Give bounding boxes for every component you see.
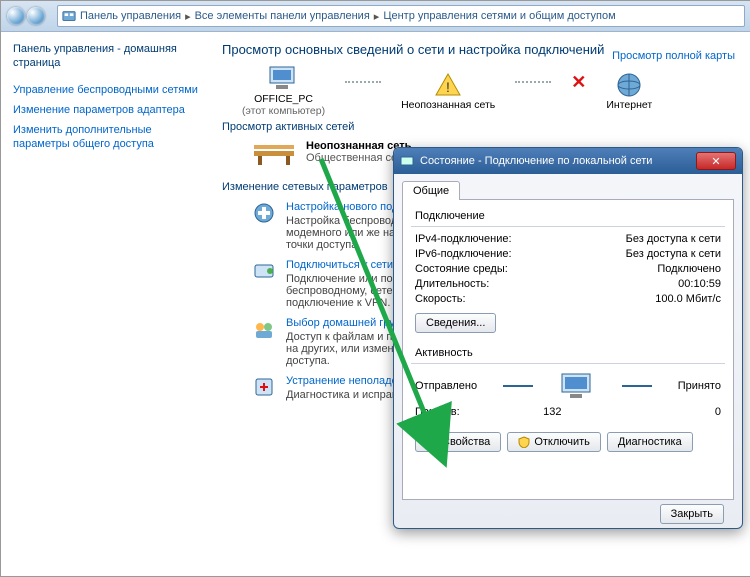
forward-button[interactable] bbox=[27, 7, 45, 25]
sidebar: Панель управления - домашняя страница Уп… bbox=[1, 32, 208, 577]
node-internet[interactable]: Интернет bbox=[606, 71, 652, 111]
ipv4-value: Без доступа к сети bbox=[626, 233, 721, 245]
connection-status-dialog: Состояние - Подключение по локальной сет… bbox=[393, 147, 743, 529]
breadcrumb[interactable]: Панель управления ▸ Все элементы панели … bbox=[57, 5, 745, 27]
activity-pc-icon bbox=[558, 372, 596, 400]
dialog-titlebar[interactable]: Состояние - Подключение по локальной сет… bbox=[394, 148, 742, 174]
node-label: Неопознанная сеть bbox=[401, 99, 495, 111]
details-button[interactable]: Сведения... bbox=[415, 313, 496, 333]
view-full-map-link[interactable]: Просмотр полной карты bbox=[612, 50, 735, 62]
computer-icon bbox=[267, 65, 301, 93]
shield-icon bbox=[518, 436, 530, 448]
tab-row: Общие bbox=[402, 180, 734, 200]
ipv4-label: IPv4-подключение: bbox=[415, 233, 512, 245]
bench-icon bbox=[252, 137, 296, 167]
duration-value: 00:10:59 bbox=[678, 278, 721, 290]
control-panel-icon bbox=[62, 9, 76, 23]
node-sub: (этот компьютер) bbox=[242, 105, 325, 117]
activity-group-label: Активность bbox=[415, 347, 721, 359]
node-label: Интернет bbox=[606, 99, 652, 111]
nav-buttons bbox=[1, 7, 51, 25]
close-button[interactable]: Закрыть bbox=[660, 504, 724, 524]
dialog-title: Состояние - Подключение по локальной сет… bbox=[420, 155, 652, 167]
media-value: Подключено bbox=[657, 263, 721, 275]
sent-label: Отправлено bbox=[415, 380, 477, 392]
properties-button[interactable]: Свойства bbox=[415, 432, 501, 452]
active-networks-header: Просмотр активных сетей bbox=[222, 121, 737, 133]
breadcrumb-item[interactable]: Все элементы панели управления bbox=[195, 10, 370, 22]
network-map: OFFICE_PC (этот компьютер) ! Неопознанна… bbox=[242, 65, 737, 117]
breadcrumb-item[interactable]: Центр управления сетями и общим доступом bbox=[383, 10, 615, 22]
disable-button-label: Отключить bbox=[534, 436, 590, 448]
disable-button[interactable]: Отключить bbox=[507, 432, 601, 452]
homegroup-icon bbox=[252, 317, 276, 341]
duration-label: Длительность: bbox=[415, 278, 489, 290]
new-connection-icon bbox=[252, 201, 276, 225]
map-link-line bbox=[515, 81, 551, 83]
breadcrumb-item[interactable]: Панель управления bbox=[80, 10, 181, 22]
troubleshoot-icon bbox=[252, 375, 276, 399]
window-titlebar: Панель управления ▸ Все элементы панели … bbox=[1, 1, 750, 32]
globe-icon bbox=[614, 71, 644, 99]
sidebar-item-sharing[interactable]: Изменить дополнительные параметры общего… bbox=[13, 123, 198, 152]
connection-group-label: Подключение bbox=[415, 210, 721, 222]
crumb-sep: ▸ bbox=[374, 10, 380, 23]
node-this-pc[interactable]: OFFICE_PC (этот компьютер) bbox=[242, 65, 325, 117]
map-link-line bbox=[345, 81, 381, 83]
properties-button-label: Свойства bbox=[442, 436, 490, 448]
shield-icon bbox=[426, 436, 438, 448]
activity-row: Отправлено Принято bbox=[415, 372, 721, 400]
ipv6-label: IPv6-подключение: bbox=[415, 248, 512, 260]
packets-sent-value: 132 bbox=[460, 406, 645, 418]
nic-icon bbox=[400, 154, 414, 168]
ipv6-value: Без доступа к сети bbox=[626, 248, 721, 260]
blocked-icon: ✕ bbox=[571, 72, 586, 93]
node-label: OFFICE_PC bbox=[254, 93, 313, 105]
sidebar-item-adapter[interactable]: Изменение параметров адаптера bbox=[13, 103, 198, 117]
tab-page-general: Подключение IPv4-подключение: Без доступа… bbox=[402, 200, 734, 500]
tab-general[interactable]: Общие bbox=[402, 181, 460, 200]
svg-text:!: ! bbox=[446, 79, 450, 95]
diagnose-button[interactable]: Диагностика bbox=[607, 432, 693, 452]
recv-label: Принято bbox=[678, 380, 721, 392]
speed-label: Скорость: bbox=[415, 293, 466, 305]
dialog-close-button[interactable]: ✕ bbox=[696, 152, 736, 170]
warning-icon: ! bbox=[433, 71, 463, 99]
sidebar-home-link[interactable]: Панель управления - домашняя страница bbox=[13, 42, 198, 71]
media-label: Состояние среды: bbox=[415, 263, 508, 275]
sidebar-item-wireless[interactable]: Управление беспроводными сетями bbox=[13, 83, 198, 97]
crumb-sep: ▸ bbox=[185, 10, 191, 23]
connect-icon bbox=[252, 259, 276, 283]
back-button[interactable] bbox=[7, 7, 25, 25]
node-unknown-net[interactable]: ! Неопознанная сеть bbox=[401, 71, 495, 111]
packets-label: Пакетов: bbox=[415, 406, 460, 418]
speed-value: 100.0 Мбит/с bbox=[655, 293, 721, 305]
packets-recv-value: 0 bbox=[715, 406, 721, 418]
